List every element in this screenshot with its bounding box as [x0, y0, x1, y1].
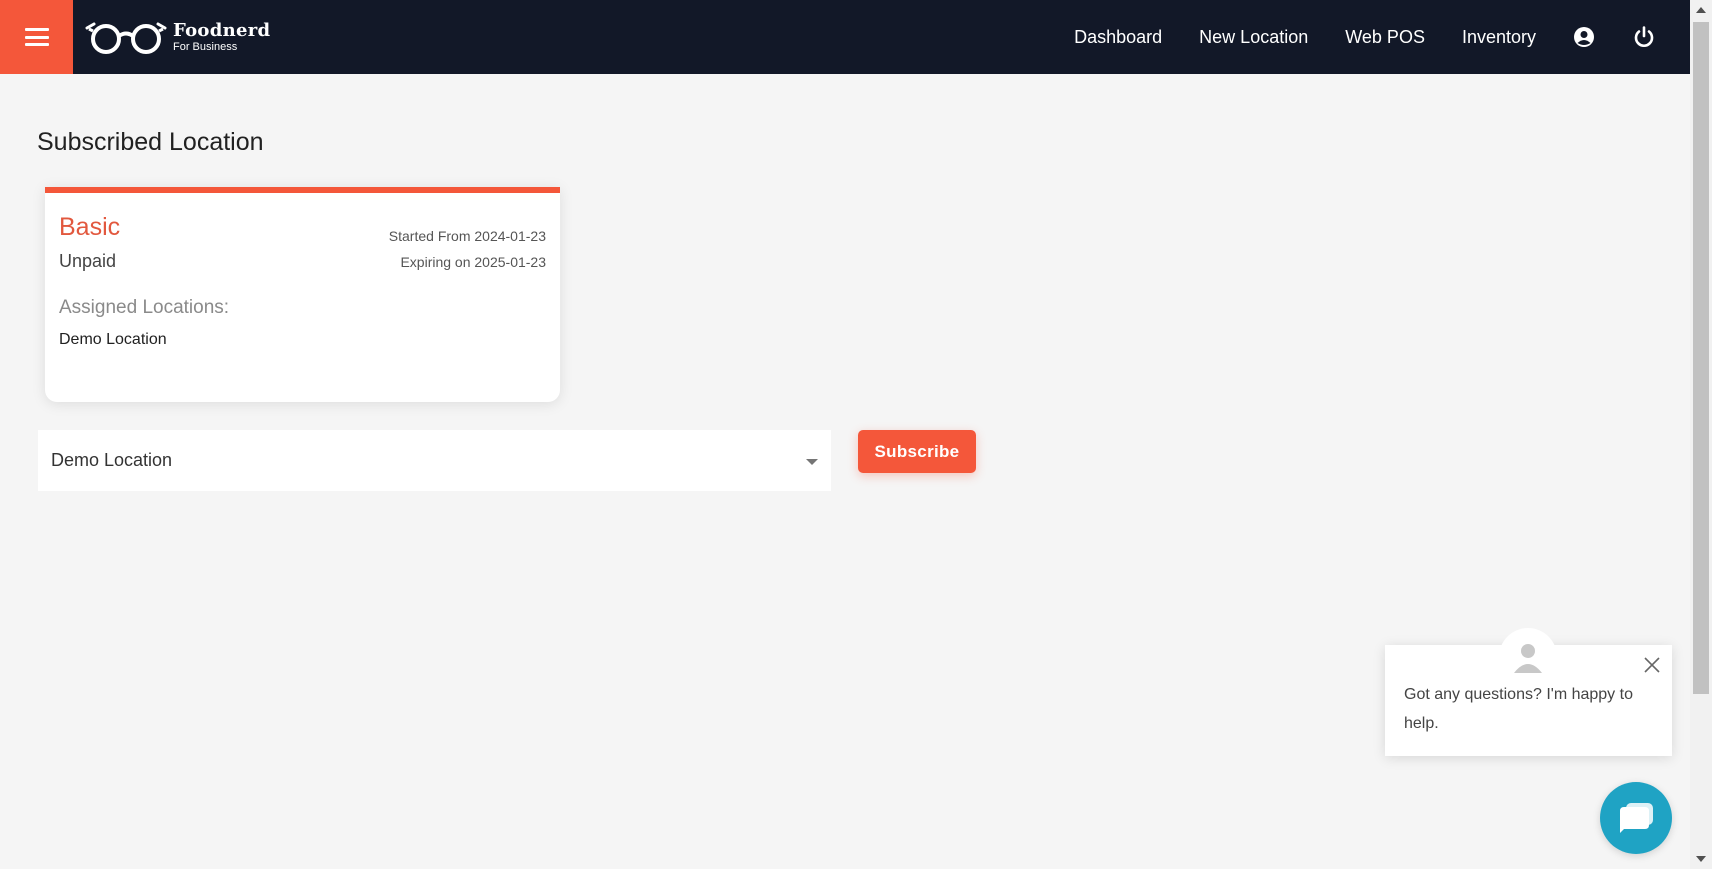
nav-new-location[interactable]: New Location — [1199, 27, 1308, 48]
scroll-up-icon[interactable] — [1696, 7, 1706, 13]
nav-web-pos[interactable]: Web POS — [1345, 27, 1425, 48]
page-title: Subscribed Location — [37, 128, 264, 156]
plan-name: Basic — [59, 213, 121, 241]
brand-tagline: For Business — [173, 40, 238, 53]
nav-inventory[interactable]: Inventory — [1462, 27, 1536, 48]
chat-greeting-popup: Got any questions? I'm happy to help. — [1385, 628, 1672, 756]
brand-name: Foodnerd — [173, 19, 271, 41]
page-scrollbar[interactable] — [1690, 0, 1712, 869]
menu-button[interactable] — [0, 0, 73, 74]
top-navbar: Foodnerd For Business Dashboard New Loca… — [0, 0, 1690, 74]
subscribe-button[interactable]: Subscribe — [858, 430, 976, 473]
scroll-thumb[interactable] — [1693, 22, 1709, 694]
location-select[interactable]: Demo Location — [38, 430, 831, 491]
start-date: Started From 2024-01-23 — [388, 228, 546, 244]
chat-launcher-button[interactable] — [1600, 782, 1672, 854]
main-nav: Dashboard New Location Web POS Inventory — [1074, 0, 1690, 74]
subscription-card: Basic Unpaid Started From 2024-01-23 Exp… — [45, 187, 560, 402]
chat-greeting-text: Got any questions? I'm happy to help. — [1404, 686, 1633, 732]
scroll-down-icon[interactable] — [1696, 856, 1706, 862]
nav-dashboard[interactable]: Dashboard — [1074, 27, 1162, 48]
close-icon[interactable] — [1642, 655, 1662, 675]
brand-logo[interactable]: Foodnerd For Business — [85, 20, 270, 54]
chat-icon — [1620, 803, 1653, 833]
agent-avatar-icon — [1499, 628, 1557, 686]
chevron-down-icon — [806, 459, 818, 465]
plan-dates: Started From 2024-01-23 Expiring on 2025… — [389, 223, 546, 275]
power-icon[interactable] — [1632, 25, 1656, 49]
menu-icon — [24, 28, 49, 46]
payment-status: Unpaid — [59, 251, 117, 271]
glasses-logo-icon — [85, 22, 167, 54]
expiry-date: Expiring on 2025-01-23 — [400, 254, 546, 270]
account-icon[interactable] — [1573, 26, 1595, 48]
location-select-value: Demo Location — [51, 450, 173, 470]
assigned-location-item: Demo Location — [59, 331, 167, 348]
assigned-locations-label: Assigned Locations: — [59, 297, 230, 318]
